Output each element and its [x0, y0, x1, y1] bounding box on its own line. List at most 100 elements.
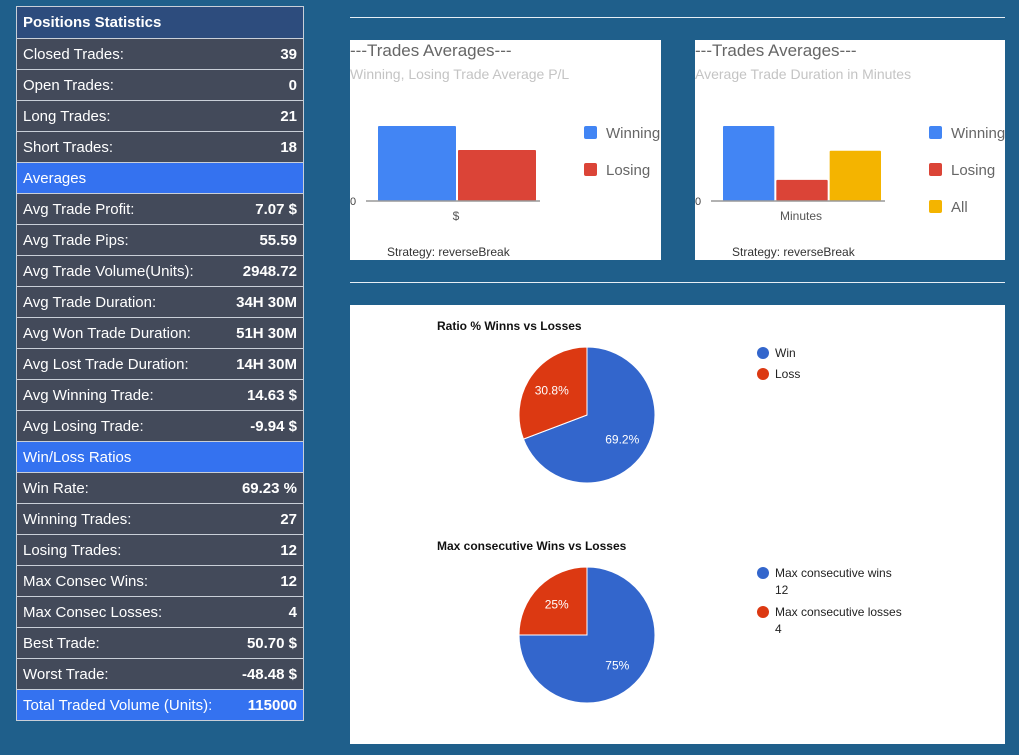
table-row: Worst Trade: -48.48 $: [16, 659, 304, 690]
row-value: 69.23 %: [241, 479, 297, 497]
row-label: Avg Trade Profit:: [23, 200, 135, 218]
table-row: Avg Trade Profit: 7.07 $: [16, 194, 304, 225]
bar-chart-svg: Winning Losing All 0 Minutes: [695, 124, 1005, 223]
row-value: -9.94 $: [250, 417, 297, 435]
row-label: Max Consec Losses:: [23, 603, 163, 621]
table-row: Losing Trades: 12: [16, 535, 304, 566]
row-value: 14H 30M: [236, 355, 297, 373]
row-label: Closed Trades:: [23, 45, 124, 63]
table-row: Avg Won Trade Duration: 51H 30M: [16, 318, 304, 349]
legend-swatch-winning: [584, 126, 597, 139]
bar-chart-svg: Winning Losing 0 $: [350, 124, 660, 223]
table-row: Avg Trade Pips: 55.59: [16, 225, 304, 256]
pie-slice-label: 30.8%: [535, 384, 569, 398]
section-header: Averages: [16, 163, 304, 194]
table-row: Max Consec Losses: 4: [16, 597, 304, 628]
row-value: 2948.72: [242, 262, 297, 280]
legend-item: Win: [757, 345, 796, 362]
table-row: Open Trades: 0: [16, 70, 304, 101]
table-row: Max Consec Wins: 12: [16, 566, 304, 597]
table-row: Avg Trade Volume(Units): 2948.72: [16, 256, 304, 287]
legend-dot-icon: [757, 347, 769, 359]
pie-charts-panel: Ratio % Winns vs Losses Max consecutive …: [350, 305, 1005, 744]
row-label: Winning Trades:: [23, 510, 132, 528]
row-label: Avg Trade Pips:: [23, 231, 129, 249]
pie-slice-label: 75%: [605, 658, 629, 672]
row-value: 39: [280, 45, 297, 63]
y-tick-label: 0: [350, 196, 356, 208]
row-label: Avg Won Trade Duration:: [23, 324, 191, 342]
row-value: 14.63 $: [246, 386, 297, 404]
bar-winning: [723, 126, 775, 201]
legend-dot-icon: [757, 368, 769, 380]
legend-value: 12: [775, 583, 789, 597]
row-label: Short Trades:: [23, 138, 114, 156]
divider-top: [350, 17, 1005, 18]
x-tick-label: $: [453, 209, 460, 223]
row-value: 51H 30M: [236, 324, 297, 342]
table-row: Avg Winning Trade: 14.63 $: [16, 380, 304, 411]
duration-averages-chart: ---Trades Averages--- Average Trade Dura…: [695, 40, 1005, 260]
row-label: Win/Loss Ratios: [23, 448, 132, 466]
legend-label: Loss: [775, 367, 801, 381]
legend-dot-icon: [757, 567, 769, 579]
row-value: 18: [280, 138, 297, 156]
legend-item: Max consecutive losses 4: [757, 604, 902, 638]
table-row: Avg Lost Trade Duration: 14H 30M: [16, 349, 304, 380]
bar-all: [829, 150, 881, 201]
legend-item: Max consecutive wins 12: [757, 565, 892, 599]
legend-dot-icon: [757, 606, 769, 618]
pie-charts-svg: 69.2% 30.8% 75% 25%: [518, 346, 656, 704]
legend-label-all: All: [951, 199, 968, 216]
legend-swatch-losing: [929, 163, 942, 176]
section-header: Win/Loss Ratios: [16, 442, 304, 473]
bar-winning: [378, 126, 456, 201]
row-value: -48.48 $: [241, 665, 297, 683]
row-label: Win Rate:: [23, 479, 89, 497]
row-label: Open Trades:: [23, 76, 114, 94]
bar-losing: [458, 150, 536, 201]
legend-label-winning: Winning: [606, 125, 660, 142]
table-header: Positions Statistics: [16, 6, 304, 39]
row-label: Averages: [23, 169, 87, 187]
legend-swatch-losing: [584, 163, 597, 176]
row-label: Worst Trade:: [23, 665, 109, 683]
row-value: 115000: [247, 696, 297, 714]
legend-value: 4: [775, 622, 782, 636]
bar-losing: [776, 179, 828, 201]
divider-middle: [350, 282, 1005, 283]
row-label: Avg Losing Trade:: [23, 417, 144, 435]
row-value: 12: [280, 541, 297, 559]
pie-slice-label: 25%: [545, 598, 569, 612]
row-label: Long Trades:: [23, 107, 111, 125]
row-value: 27: [280, 510, 297, 528]
row-label: Total Traded Volume (Units):: [23, 696, 213, 714]
table-row: Short Trades: 18: [16, 132, 304, 163]
legend-label: Win: [775, 346, 796, 360]
total-row: Total Traded Volume (Units): 115000: [16, 690, 304, 721]
row-value: 55.59: [259, 231, 297, 249]
table-row: Winning Trades: 27: [16, 504, 304, 535]
row-value: 0: [288, 76, 297, 94]
table-row: Win Rate: 69.23 %: [16, 473, 304, 504]
row-value: 12: [280, 572, 297, 590]
row-label: Max Consec Wins:: [23, 572, 149, 590]
legend-label: Max consecutive losses: [775, 605, 902, 619]
row-value: 34H 30M: [236, 293, 297, 311]
positions-statistics-table: Positions Statistics Closed Trades: 39 Ope…: [16, 6, 304, 721]
row-value: 50.70 $: [246, 634, 297, 652]
legend-item: Loss: [757, 366, 801, 383]
row-label: Losing Trades:: [23, 541, 122, 559]
row-value: 21: [280, 107, 297, 125]
table-row: Avg Trade Duration: 34H 30M: [16, 287, 304, 318]
table-row: Best Trade: 50.70 $: [16, 628, 304, 659]
row-value: 4: [288, 603, 297, 621]
legend-label: Max consecutive wins: [775, 566, 892, 580]
row-label: Best Trade:: [23, 634, 100, 652]
table-row: Avg Losing Trade: -9.94 $: [16, 411, 304, 442]
row-label: Avg Trade Volume(Units):: [23, 262, 194, 280]
row-label: Avg Trade Duration:: [23, 293, 157, 311]
legend-label-losing: Losing: [951, 162, 995, 179]
table-row: Closed Trades: 39: [16, 39, 304, 70]
pie-slice-label: 69.2%: [605, 432, 639, 446]
